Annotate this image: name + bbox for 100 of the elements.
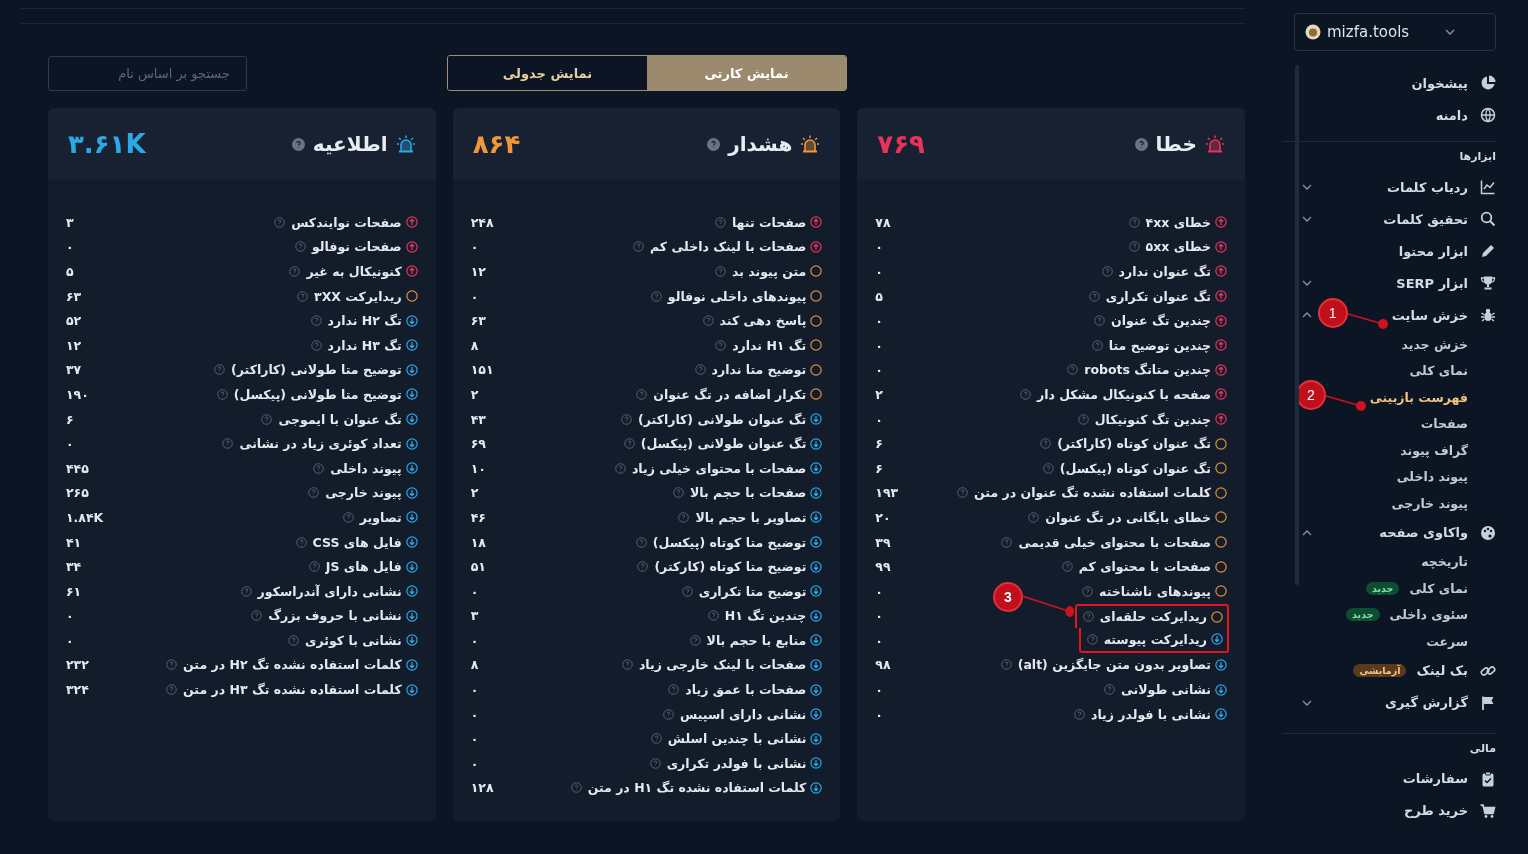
sidebar-item[interactable]: واکاوی صفحه	[1379, 524, 1496, 541]
chevron-down-icon[interactable]	[1445, 29, 1456, 35]
help-icon[interactable]	[261, 413, 273, 425]
chevron-down-icon[interactable]	[1302, 216, 1312, 222]
issue-label[interactable]: منابع با حجم بالا	[706, 632, 807, 648]
help-icon[interactable]	[310, 315, 322, 327]
issue-label[interactable]: تگ عنوان ندارد	[1118, 264, 1211, 279]
help-icon[interactable]	[689, 634, 701, 646]
help-icon[interactable]	[649, 757, 661, 769]
help-icon[interactable]	[715, 339, 727, 351]
issue-label[interactable]: صفحات با محتوای خیلی زیاد	[631, 460, 807, 476]
issue-label[interactable]: چندین تگ H۱	[724, 608, 807, 624]
help-icon[interactable]	[166, 659, 178, 671]
issue-label[interactable]: صفحات با محتوای خیلی قدیمی	[1018, 534, 1211, 550]
issue-label[interactable]: ریدایرکت حلقه‌ای	[1099, 609, 1207, 625]
issue-label[interactable]: پیوندهای داخلی نوفالو	[667, 288, 807, 304]
chevron-down-icon[interactable]	[1302, 184, 1312, 190]
issue-label[interactable]: پیوند خارجی	[325, 485, 402, 501]
issue-label[interactable]: صفحات نوفالو	[312, 239, 402, 255]
help-icon[interactable]	[1040, 438, 1052, 450]
help-icon[interactable]	[1088, 290, 1100, 302]
issue-label[interactable]: تگ H۲ ندارد	[327, 313, 402, 329]
search-field[interactable]: جستجو بر اساس نام	[48, 55, 247, 91]
help-icon[interactable]	[288, 634, 300, 646]
help-icon[interactable]	[673, 487, 685, 499]
issue-label[interactable]: نشانی با چندین اسلش	[667, 731, 807, 747]
help-icon[interactable]	[1082, 611, 1094, 623]
issue-label[interactable]: تگ H۱ ندارد	[732, 337, 807, 353]
sidebar-item[interactable]: سفارشات	[1402, 770, 1496, 787]
help-icon[interactable]	[1128, 216, 1140, 228]
help-icon[interactable]	[650, 290, 662, 302]
issue-label[interactable]: نشانی با کوئری	[305, 632, 402, 648]
help-icon[interactable]	[650, 733, 662, 745]
help-icon[interactable]	[1082, 585, 1094, 597]
issue-label[interactable]: پیوندهای ناشناخته	[1099, 583, 1211, 599]
help-icon[interactable]	[1073, 708, 1085, 720]
issue-label[interactable]: خطای ۴xx	[1145, 214, 1211, 230]
sidebar-item[interactable]: پیشخوان	[1411, 75, 1496, 91]
help-icon[interactable]	[1086, 633, 1098, 645]
help-icon[interactable]	[621, 659, 633, 671]
issue-label[interactable]: صفحات با حجم بالا	[690, 485, 807, 501]
issue-label[interactable]: چندین توضیح متا	[1108, 337, 1211, 353]
issue-label[interactable]: تصاویر	[359, 509, 402, 525]
help-icon[interactable]	[1128, 241, 1140, 253]
help-icon[interactable]	[1042, 462, 1054, 474]
issue-label[interactable]: نشانی با فولدر زیاد	[1090, 706, 1211, 722]
issue-label[interactable]: تگ H۳ ندارد	[327, 337, 402, 353]
sidebar-item[interactable]: گزارش گیری	[1385, 694, 1496, 711]
issue-label[interactable]: تکرار اضافه در تگ عنوان	[653, 386, 807, 402]
help-icon[interactable]	[632, 241, 644, 253]
issue-label[interactable]: چندین متاتگ robots	[1084, 362, 1211, 378]
help-icon[interactable]	[222, 438, 234, 450]
issue-label[interactable]: ریدایرکت پیوسته	[1103, 631, 1207, 647]
project-selector[interactable]: mizfa.tools	[1294, 13, 1496, 51]
issue-label[interactable]: خطای بایگانی در تگ عنوان	[1045, 509, 1211, 525]
help-icon[interactable]	[295, 536, 307, 548]
help-icon[interactable]	[668, 684, 680, 696]
help-icon[interactable]	[1101, 266, 1113, 277]
help-icon[interactable]	[1067, 364, 1079, 376]
sidebar-subitem[interactable]: خزش جدید	[1401, 336, 1468, 352]
issue-label[interactable]: ریدایرکت ۳XX	[314, 288, 402, 304]
issue-label[interactable]: تگ عنوان کوتاه (پیکسل)	[1059, 460, 1211, 476]
help-icon[interactable]	[570, 782, 582, 794]
issue-label[interactable]: پیوند داخلی	[330, 460, 402, 476]
issue-label[interactable]: توضیح متا تکراری	[698, 583, 807, 599]
sidebar-subitem[interactable]: فهرست بازبینی	[1369, 389, 1468, 405]
issue-label[interactable]: نشانی با فولدر تکراری	[666, 755, 807, 771]
help-icon[interactable]	[694, 364, 706, 376]
issue-label[interactable]: توضیح متا طولانی (کاراکتر)	[231, 362, 402, 378]
help-icon[interactable]	[623, 438, 635, 450]
sidebar-subitem[interactable]: صفحات	[1420, 416, 1468, 432]
issue-label[interactable]: نشانی طولانی	[1120, 682, 1211, 698]
help-icon[interactable]	[1091, 339, 1103, 351]
issue-label[interactable]: صفحات با محتوای کم	[1078, 559, 1211, 575]
help-icon[interactable]	[707, 137, 721, 151]
issue-label[interactable]: تصاویر بدون متن جایگزین (alt)	[1017, 657, 1211, 673]
issue-label[interactable]: کنونیکال به غیر	[306, 264, 402, 279]
issue-label[interactable]: کلمات استفاده نشده تگ H۱ در متن	[587, 780, 807, 796]
help-icon[interactable]	[714, 216, 726, 228]
issue-label[interactable]: فایل های JS	[325, 559, 402, 575]
issue-label[interactable]: توضیح متا کوتاه (پیکسل)	[652, 534, 807, 550]
help-icon[interactable]	[216, 388, 228, 400]
issue-label[interactable]: تگ عنوان تکراری	[1105, 288, 1211, 304]
issue-label[interactable]: نشانی با حروف بزرگ	[268, 608, 402, 624]
help-icon[interactable]	[1103, 684, 1115, 696]
issue-label[interactable]: تگ عنوان طولانی (کاراکتر)	[638, 411, 807, 427]
sidebar-subitem[interactable]: نمای کلی	[1409, 363, 1468, 379]
issue-label[interactable]: صفحات با لینک داخلی کم	[649, 239, 807, 255]
help-icon[interactable]	[166, 684, 178, 696]
help-icon[interactable]	[310, 339, 322, 351]
help-icon[interactable]	[636, 388, 648, 400]
sidebar-subitem[interactable]: پیوند خارجی	[1391, 495, 1468, 511]
sidebar-subitem[interactable]: تاریخچه	[1421, 554, 1468, 570]
issue-label[interactable]: تگ عنوان طولانی (پیکسل)	[640, 436, 807, 452]
chevron-up-icon[interactable]	[1302, 529, 1312, 536]
help-icon[interactable]	[715, 266, 727, 277]
help-icon[interactable]	[702, 315, 714, 327]
help-icon[interactable]	[957, 487, 969, 499]
help-icon[interactable]	[621, 413, 633, 425]
issue-label[interactable]: متن پیوند بد	[732, 264, 807, 279]
